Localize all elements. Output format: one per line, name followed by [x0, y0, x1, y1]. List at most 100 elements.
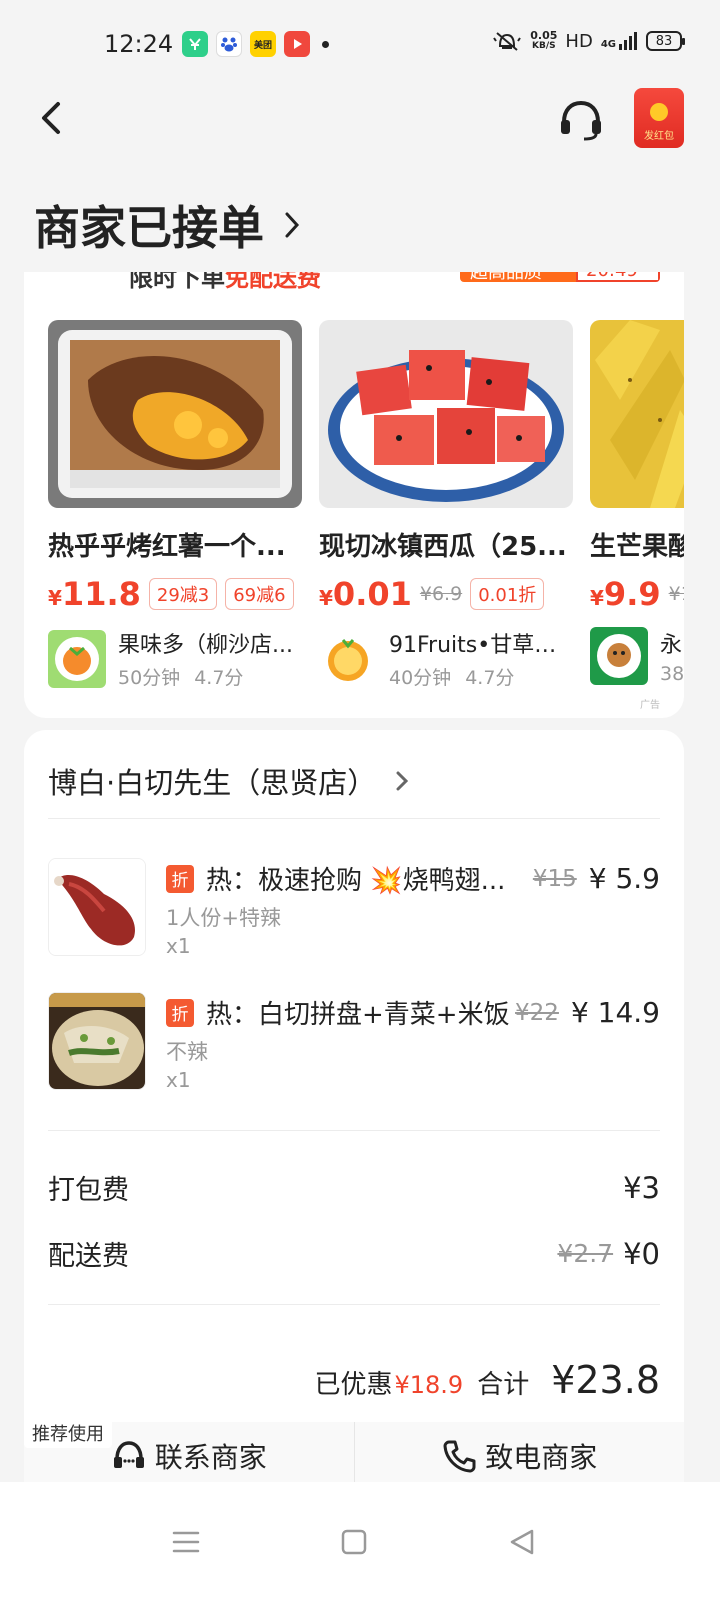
shop-name: 果味多（柳沙店... [118, 633, 293, 658]
product-name: 现切冰镇西瓜（25... [319, 532, 567, 562]
signal-icon: 4G [601, 32, 638, 50]
menu-icon [172, 1531, 200, 1553]
notification-icons: 美团 [182, 31, 329, 57]
app-notification-icon [182, 31, 208, 57]
product-price: ¥0.01 [319, 575, 412, 613]
back-triangle-icon [510, 1529, 534, 1555]
promo-tag: 0.01折 [470, 578, 545, 610]
ad-product-card[interactable]: 生芒果酸 ¥9.9 ¥1 永 38 [590, 320, 684, 685]
ad-badge-timer: 20:49 [576, 272, 660, 282]
order-item[interactable]: 折 热：极速抢购 💥烧鸭翅... ¥15 ¥ 5.9 1人份+特辣 x1 [48, 858, 660, 958]
item-name: 热：白切拼盘+青菜+米饭 [206, 1000, 510, 1030]
call-merchant-button[interactable]: 致电商家 [353, 1422, 684, 1490]
shop-meta: 40分钟 4.7分 [389, 663, 573, 690]
delivery-time: 40分钟 [389, 667, 452, 689]
shop-logo [319, 629, 377, 688]
total-amount: ¥23.8 [551, 1358, 660, 1402]
shop-row: 永 38 [590, 627, 684, 685]
red-packet-label: 发红包 [644, 131, 674, 142]
product-image-mango [590, 320, 684, 508]
item-quantity: x1 [166, 934, 191, 958]
promo-tag: 69减6 [225, 578, 294, 610]
delivery-time: 50分钟 [118, 667, 181, 689]
currency-symbol: ¥ [48, 586, 62, 610]
order-status-title[interactable]: 商家已接单 [34, 192, 300, 258]
order-item[interactable]: 折 热：白切拼盘+青菜+米饭 ¥22 ¥ 14.9 不辣 x1 [48, 992, 660, 1092]
status-time: 12:24 [104, 30, 174, 58]
order-detail-card: 博白·白切先生（思贤店） 折 热：极速抢购 💥烧鸭翅... ¥15 ¥ 5.9 … [24, 730, 684, 1490]
divider [48, 1130, 660, 1131]
ad-product-card[interactable]: 热乎乎烤红薯一个... ¥11.8 29减3 69减6 果味多（柳沙店... 5… [48, 320, 304, 690]
back-nav-button[interactable] [492, 1512, 552, 1572]
item-price: ¥ 5.9 [588, 862, 660, 895]
item-name: 热：极速抢购 💥烧鸭翅... [206, 866, 506, 896]
original-price: ¥6.9 [419, 583, 463, 605]
product-price: ¥9.9 [590, 575, 661, 613]
back-arrow-icon [42, 102, 60, 134]
hd-label: HD [565, 30, 593, 52]
item-name-row: 折 热：白切拼盘+青菜+米饭 ¥22 ¥ 14.9 [166, 994, 660, 1031]
item-image-duck-wing [48, 858, 146, 956]
contact-merchant-label: 联系商家 [154, 1441, 267, 1474]
item-price: ¥ 14.9 [570, 996, 660, 1029]
price-value: 11.8 [61, 575, 141, 613]
status-right: 0.05 KB/S HD 4G 83 [492, 30, 685, 52]
contact-bar: 联系商家 致电商家 推荐使用 [24, 1418, 684, 1490]
item-original-price: ¥15 [532, 865, 577, 892]
item-name-row: 折 热：极速抢购 💥烧鸭翅... ¥15 ¥ 5.9 [166, 860, 660, 897]
delivery-fee-value: ¥0 [623, 1236, 660, 1271]
packing-fee-label: 打包费 [48, 1175, 129, 1206]
delivery-time: 38 [660, 663, 684, 685]
home-nav-button[interactable] [324, 1512, 384, 1572]
currency-symbol: ¥ [590, 586, 604, 610]
store-link[interactable]: 博白·白切先生（思贤店） [48, 760, 409, 802]
menu-nav-button[interactable] [156, 1512, 216, 1572]
ad-header-highlight: 免配送费 [225, 272, 321, 292]
store-name: 博白·白切先生（思贤店） [48, 766, 377, 800]
delivery-fee-row: 配送费 ¥2.7 ¥0 [48, 1234, 660, 1273]
recommend-tag: 推荐使用 [24, 1418, 112, 1448]
network-type: 4G [600, 39, 616, 50]
red-packet-coin-icon [650, 103, 668, 121]
ad-banner-header: 限时下单免配送费 超高品质 20:49 [24, 272, 684, 292]
phone-icon [443, 1440, 476, 1473]
delivery-fee-original: ¥2.7 [557, 1239, 614, 1268]
home-square-icon [341, 1529, 367, 1555]
item-quantity: x1 [166, 1068, 191, 1092]
more-notifications-dot [322, 40, 329, 48]
page-title-text: 商家已接单 [34, 201, 264, 255]
baidu-icon [216, 31, 242, 57]
ad-header-badge: 超高品质 20:49 [460, 272, 660, 282]
price-row: ¥11.8 29减3 69减6 [48, 575, 304, 613]
battery-level: 83 [655, 33, 673, 49]
ad-badge-left: 超高品质 [460, 272, 576, 282]
product-name: 生芒果酸 [590, 532, 684, 562]
total-row: 已优惠 ¥18.9 合计 ¥23.8 [314, 1358, 660, 1402]
customer-service-button[interactable] [558, 98, 604, 142]
chevron-right-icon [396, 771, 409, 791]
saved-amount: ¥18.9 [394, 1371, 464, 1399]
ad-product-card[interactable]: 现切冰镇西瓜（25... ¥0.01 ¥6.9 0.01折 91Fruits•甘… [319, 320, 575, 690]
divider [48, 1304, 660, 1305]
status-bar: 12:24 美团 0.05 KB/S HD 4G 83 [0, 0, 720, 90]
shop-logo [590, 627, 648, 685]
original-price: ¥1 [668, 583, 684, 605]
ad-product-list: 热乎乎烤红薯一个... ¥11.8 29减3 69减6 果味多（柳沙店... 5… [48, 320, 684, 700]
send-red-packet-button[interactable]: 发红包 [634, 88, 684, 148]
price-value: 0.01 [332, 575, 412, 613]
price-row: ¥0.01 ¥6.9 0.01折 [319, 575, 575, 613]
shop-row: 91Fruits•甘草水... 40分钟 4.7分 [319, 627, 575, 690]
promo-tag: 29减3 [148, 578, 218, 610]
discount-badge: 折 [166, 864, 194, 893]
product-name: 热乎乎烤红薯一个... [48, 532, 286, 562]
item-image-platter [48, 992, 146, 1090]
delivery-fee-label: 配送费 [48, 1241, 129, 1272]
product-price: ¥11.8 [48, 575, 141, 613]
packing-fee-row: 打包费 ¥3 [48, 1168, 660, 1207]
currency-symbol: ¥ [319, 586, 333, 610]
shop-rating: 4.7分 [194, 667, 244, 689]
net-speed: 0.05 KB/S [530, 30, 557, 52]
shop-logo [48, 629, 106, 688]
back-button[interactable] [34, 98, 70, 138]
item-original-price: ¥22 [515, 999, 559, 1026]
